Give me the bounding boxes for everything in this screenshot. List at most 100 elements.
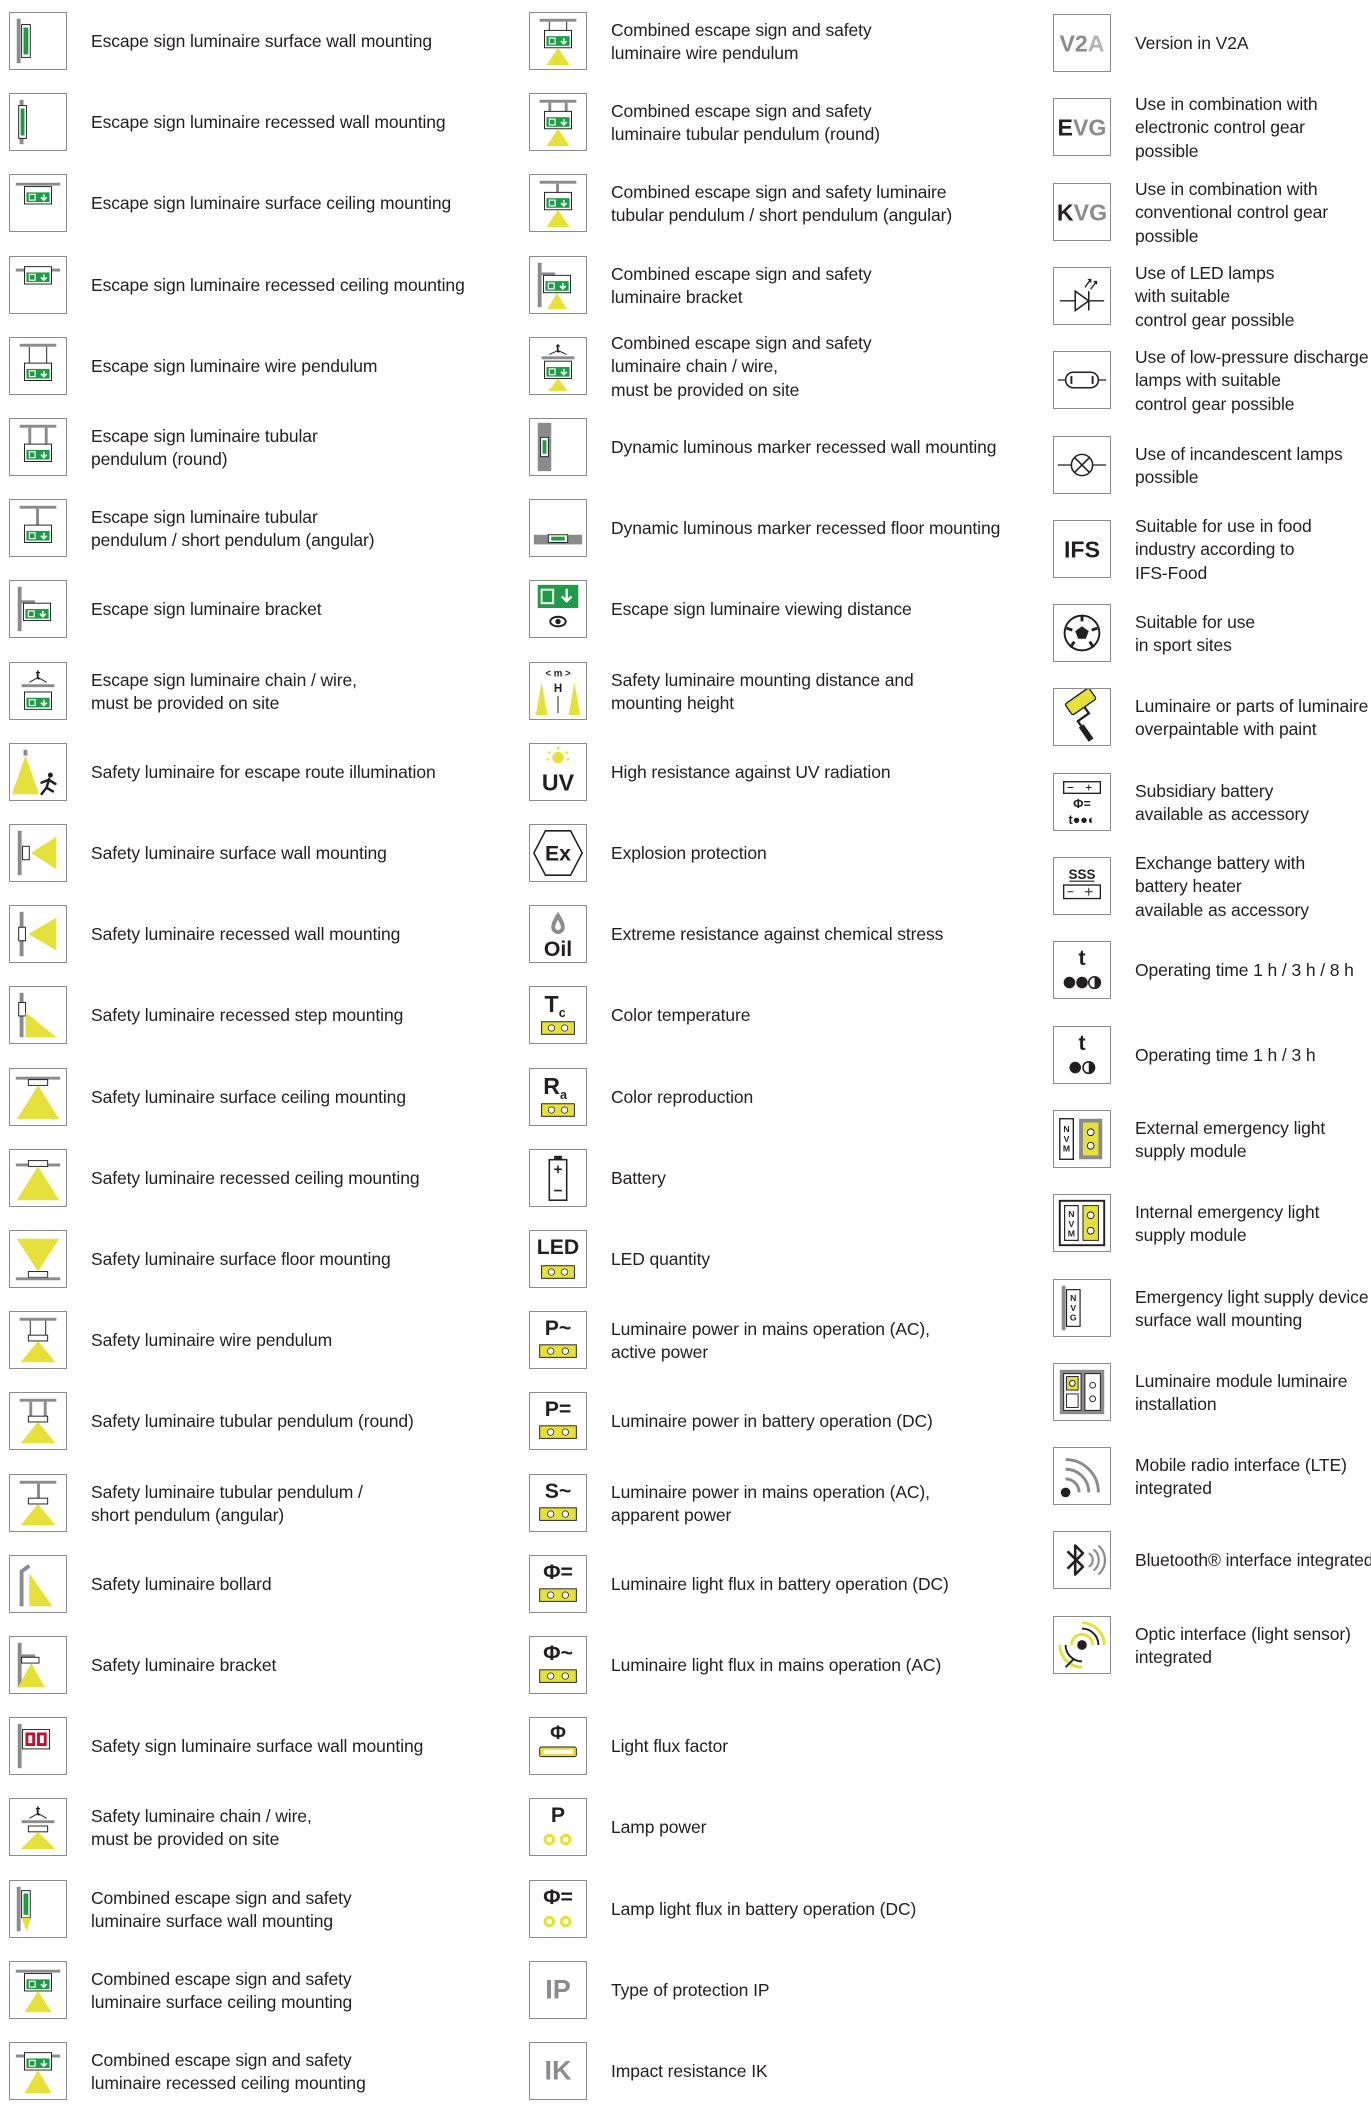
sport-ball-icon <box>1053 604 1111 662</box>
legend-item: Φ= t●●◐ Subsidiary battery available as ac… <box>1053 773 1371 837</box>
legend-item: Safety luminaire recessed step mounting <box>9 986 509 1050</box>
legend-item: Φ Light flux factor <box>529 1717 1029 1781</box>
legend-description: Safety luminaire chain / wire, must be p… <box>91 1805 312 1850</box>
legend-description: Luminaire light flux in mains operation … <box>611 1655 942 1676</box>
legend-item: Luminaire module luminaire installation <box>1053 1363 1371 1427</box>
explosion-protection-icon: Ex <box>529 824 587 882</box>
legend-description: Combined escape sign and safety luminair… <box>91 2049 366 2094</box>
color-temperature-icon: Tc <box>529 986 587 1044</box>
legend-description: Operating time 1 h / 3 h <box>1135 1045 1316 1066</box>
legend-description: Color reproduction <box>611 1087 754 1108</box>
legend-description: Light flux factor <box>611 1736 728 1757</box>
legend-description: Escape sign luminaire surface ceiling mo… <box>91 193 452 214</box>
safety-sign-wall-surface-icon <box>9 1717 67 1775</box>
legend-item: KVG Use in combination with conventional … <box>1053 179 1371 247</box>
svg-text:Φ: Φ <box>550 1723 566 1744</box>
legend-description: Escape sign luminaire surface wall mount… <box>91 31 433 52</box>
legend-item: N V G Emergency light supply device surface… <box>1053 1279 1371 1343</box>
svg-text:N: N <box>1068 1209 1074 1219</box>
legend-description: Escape sign luminaire recessed wall moun… <box>91 112 446 133</box>
svg-text:IK: IK <box>544 2056 572 2086</box>
power-mains-apparent-icon: S~ <box>529 1474 587 1532</box>
escape-sign-ceiling-recessed-icon <box>9 256 67 314</box>
legend-description: Extreme resistance against chemical stre… <box>611 924 944 945</box>
flux-mains-icon: Φ~ <box>529 1636 587 1694</box>
legend-item: Use of LED lamps with suitable control g… <box>1053 263 1371 331</box>
legend-item: Mobile radio interface (LTE) integrated <box>1053 1447 1371 1511</box>
legend-item: P= Luminaire power in battery operation (… <box>529 1392 1029 1456</box>
svg-text:P=: P= <box>545 1397 572 1421</box>
safety-ceiling-surface-icon <box>9 1068 67 1126</box>
combined-wire-pendulum-icon <box>529 12 587 70</box>
legend-item: Safety luminaire for escape route illumi… <box>9 743 509 807</box>
color-reproduction-icon: Ra <box>529 1068 587 1126</box>
legend-description: LED quantity <box>611 1249 710 1270</box>
legend-item: t Escape sign luminaire chain / wire, mus… <box>9 662 509 726</box>
safety-wall-recessed-icon <box>9 905 67 963</box>
legend-item: LED LED quantity <box>529 1230 1029 1294</box>
ik-impact-icon: IK <box>529 2042 587 2100</box>
legend-item: Optic interface (light sensor) integrate… <box>1053 1616 1371 1680</box>
safety-wire-pendulum-icon <box>9 1311 67 1369</box>
legend-item: Combined escape sign and safety luminair… <box>9 1961 509 2025</box>
legend-description: Use of low-pressure discharge lamps with… <box>1135 346 1369 414</box>
legend-item: N V M Internal emergency light supply modul… <box>1053 1194 1371 1258</box>
legend-description: Safety luminaire bollard <box>91 1574 272 1595</box>
legend-item: Escape sign luminaire surface wall mount… <box>9 12 509 76</box>
legend-description: Escape sign luminaire viewing distance <box>611 599 912 620</box>
legend-item: Φ= Lamp light flux in battery operation (… <box>529 1880 1029 1944</box>
legend-item: Φ~ Luminaire light flux in mains operatio… <box>529 1636 1029 1700</box>
svg-text:Tc: Tc <box>545 991 566 1020</box>
legend-item: Safety luminaire recessed ceiling mounti… <box>9 1149 509 1213</box>
battery-heater-icon: SSS <box>1053 857 1111 915</box>
legend-item: Combined escape sign and safety luminair… <box>9 2042 509 2106</box>
legend-description: Safety luminaire tubular pendulum / shor… <box>91 1481 363 1526</box>
svg-text:t●●◐: t●●◐ <box>1069 813 1096 827</box>
legend-description: Suitable for use in food industry accord… <box>1135 515 1312 583</box>
safety-ceiling-recessed-icon <box>9 1149 67 1207</box>
legend-description: Combined escape sign and safety luminair… <box>91 1887 352 1932</box>
escape-sign-ceiling-surface-icon <box>9 174 67 232</box>
legend-item: Use of incandescent lamps possible <box>1053 436 1371 500</box>
legend-description: Safety luminaire mounting distance and m… <box>611 669 914 714</box>
legend-item: < m > H Safety luminaire mounting distance… <box>529 662 1029 726</box>
legend-item: IFS Suitable for use in food industry acc… <box>1053 515 1371 584</box>
combined-wall-surface-icon <box>9 1880 67 1938</box>
legend-item: Escape sign luminaire tubular pendulum (… <box>9 418 509 482</box>
legend-item: Safety luminaire recessed wall mounting <box>9 905 509 969</box>
legend-description: Bluetooth® interface integrated <box>1135 1550 1371 1571</box>
legend-description: Mobile radio interface (LTE) integrated <box>1135 1454 1347 1499</box>
combined-chain-wire-icon: t <box>529 337 587 395</box>
external-module-icon: NVM <box>1053 1110 1111 1168</box>
bluetooth-icon <box>1053 1531 1111 1589</box>
svg-text:Φ~: Φ~ <box>543 1641 573 1665</box>
legend-item: t Operating time 1 h / 3 h / 8 h <box>1053 941 1371 1005</box>
legend-item: Escape sign luminaire surface ceiling mo… <box>9 174 509 238</box>
svg-text:P: P <box>551 1803 565 1827</box>
legend-description: Escape sign luminaire wire pendulum <box>91 356 378 377</box>
chemical-resistance-icon: Oil <box>529 905 587 963</box>
combined-tubular-round-icon <box>529 93 587 151</box>
legend-item: Combined escape sign and safety luminair… <box>529 12 1029 76</box>
escape-sign-bracket-icon <box>9 580 67 638</box>
v2a-icon: V2A <box>1053 14 1111 72</box>
safety-floor-surface-icon <box>9 1230 67 1288</box>
escape-sign-tubular-angular-icon <box>9 499 67 557</box>
legend-item: Escape sign luminaire tubular pendulum /… <box>9 499 509 563</box>
legend-item: Safety luminaire surface floor mounting <box>9 1230 509 1294</box>
safety-chain-wire-icon: t <box>9 1798 67 1856</box>
combined-ceiling-recessed-icon <box>9 2042 67 2100</box>
legend-description: Safety luminaire surface wall mounting <box>91 843 387 864</box>
legend-item: IK Impact resistance IK <box>529 2042 1029 2106</box>
legend-description: Escape sign luminaire tubular pendulum /… <box>91 506 375 551</box>
escape-sign-chain-wire-icon: t <box>9 662 67 720</box>
led-lamp-icon <box>1053 267 1111 325</box>
escape-sign-tubular-round-icon <box>9 418 67 476</box>
legend-item: Ra Color reproduction <box>529 1068 1029 1132</box>
svg-text:V: V <box>1068 1219 1074 1229</box>
marker-wall-recessed-icon <box>529 418 587 476</box>
legend-item: Escape sign luminaire wire pendulum <box>9 337 509 401</box>
legend-description: Version in V2A <box>1135 33 1249 54</box>
operating-time-2-icon: t <box>1053 1026 1111 1084</box>
svg-text:M: M <box>1063 1144 1070 1154</box>
